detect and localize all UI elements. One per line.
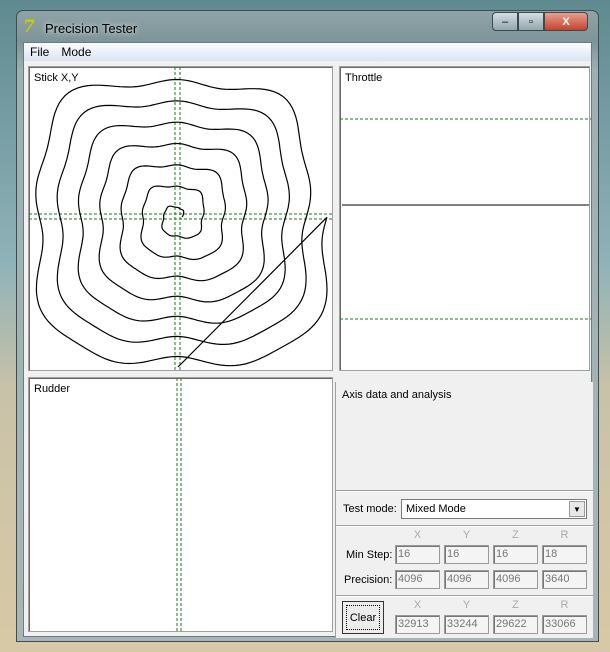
precision-r: 3640 (542, 570, 587, 589)
analysis-heading: Axis data and analysis (342, 389, 452, 401)
window-title: Precision Tester (45, 21, 138, 36)
current-y: 33244 (444, 615, 489, 634)
stick-label: Stick X,Y (34, 72, 79, 84)
axis-header-x: X (413, 529, 422, 541)
axis-header-r: R (560, 599, 569, 611)
chevron-down-icon[interactable]: ▼ (569, 501, 585, 517)
axis-header-y: Y (462, 599, 471, 611)
analysis-panel: Axis data and analysis Test mode: Mixed … (335, 382, 593, 638)
throttle-trace (340, 118, 591, 320)
app-icon: 7 (23, 17, 35, 37)
app-window: 7 Precision Tester – ▫ X File Mode Stick… (16, 10, 599, 642)
axis-header-r: R (560, 529, 569, 541)
menu-file[interactable]: File (24, 43, 55, 61)
test-mode-select[interactable]: Mixed Mode ▼ (401, 499, 587, 519)
menu-bar: File Mode (24, 43, 591, 61)
min-step-r: 18 (542, 545, 587, 564)
precision-y: 4096 (444, 570, 489, 589)
axis-header-z: Z (512, 599, 519, 611)
stick-spiral-trace (35, 78, 328, 368)
precision-label: Precision: (344, 574, 393, 586)
throttle-plot: Throttle (339, 66, 591, 371)
test-mode-label: Test mode: (343, 503, 397, 515)
rudder-trace (176, 378, 182, 633)
current-r: 33066 (542, 615, 587, 634)
min-step-label: Min Step: (346, 549, 393, 561)
stick-trace (29, 67, 334, 372)
precision-x: 4096 (395, 570, 440, 589)
test-mode-value: Mixed Mode (406, 503, 466, 515)
throttle-label: Throttle (345, 72, 383, 84)
min-step-z: 16 (493, 545, 538, 564)
minimize-button[interactable]: – (492, 12, 518, 31)
axis-header-x: X (413, 599, 422, 611)
rudder-label: Rudder (34, 383, 71, 395)
min-step-x: 16 (395, 545, 440, 564)
axis-header-z: Z (512, 529, 519, 541)
min-step-y: 16 (444, 545, 489, 564)
current-x: 32913 (395, 615, 440, 634)
maximize-button[interactable]: ▫ (518, 12, 544, 31)
axis-header-y: Y (462, 529, 471, 541)
menu-mode[interactable]: Mode (55, 43, 97, 61)
precision-z: 4096 (493, 570, 538, 589)
clear-button[interactable]: Clear (342, 601, 384, 634)
stick-xy-plot: Stick X,Y (28, 66, 334, 372)
client-area: File Mode Stick X,Y Throttle Rudder Axis… (23, 42, 593, 638)
rudder-plot: Rudder (28, 377, 333, 633)
close-button[interactable]: X (544, 12, 588, 31)
current-z: 29622 (493, 615, 538, 634)
